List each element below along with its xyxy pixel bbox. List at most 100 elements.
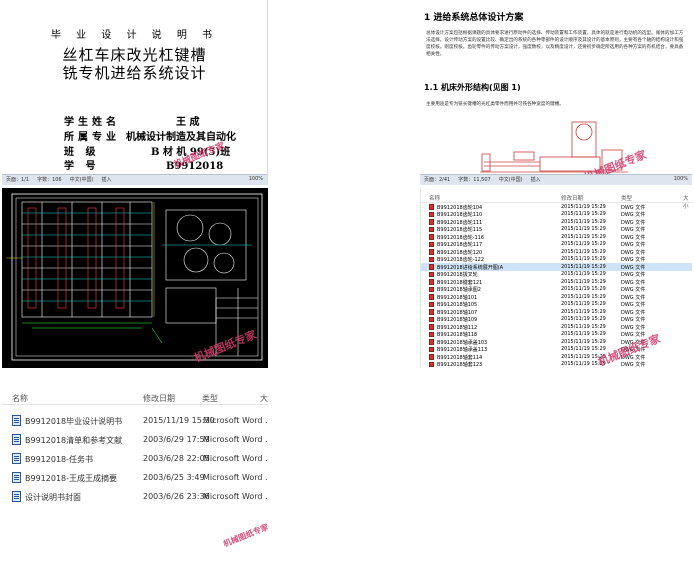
file-date: 2015/11/19 15:29 [561, 331, 606, 337]
dwg-file-icon [429, 279, 434, 285]
file-name: B9912018齿轮110 [437, 212, 483, 218]
file-type: DWG 文件 [621, 227, 646, 233]
file-row[interactable]: B9912018键套121 2015/11/19 15:29 DWG 文件 [421, 278, 692, 286]
file-row[interactable]: B9912018齿轮115 2015/11/19 15:29 DWG 文件 [421, 226, 692, 233]
dwg-file-icon [429, 354, 434, 360]
dwg-file-icon [429, 301, 434, 307]
file-row[interactable]: B9912018轴套123 2015/11/19 15:29 DWG 文件 [421, 361, 692, 368]
file-row[interactable]: B9912018齿轮-116 2015/11/19 15:29 DWG 文件 [421, 233, 692, 241]
file-name: B9912018轴112 [437, 324, 478, 331]
file-type: DWG 文件 [621, 362, 646, 368]
cad-drawing-window: 机械图纸专家 [2, 188, 268, 368]
watermark: 机械图纸专家 [222, 522, 268, 549]
dwg-file-icon [429, 234, 434, 240]
thesis-cover-window: 毕 业 设 计 说 明 书 丝杠车床改光杠键槽 铣专机进给系统设计 学生姓名王 … [2, 0, 268, 185]
file-row[interactable]: B9912018轴套114 2015/11/19 15:29 DWG 文件 [421, 353, 692, 361]
file-date: 2003/6/29 17:59 [143, 435, 210, 444]
file-name: B9912018齿轮117 [437, 242, 483, 248]
file-row[interactable]: B9912018轴105 2015/11/19 15:29 DWG 文件 [421, 301, 692, 308]
file-name: B9912018齿轮120 [437, 249, 483, 256]
file-type: DWG 文件 [621, 279, 646, 286]
file-list-header: 名称 修改日期 类型 大 [2, 390, 268, 405]
file-type: Microsoft Word ... [203, 454, 268, 463]
column-name[interactable]: 名称 [429, 194, 440, 202]
word-file-icon [12, 491, 21, 502]
file-date: 2015/11/19 15:29 [561, 256, 606, 262]
file-name: B9912018轴承盖103 [437, 339, 488, 346]
file-name: B9912018齿轮-122 [437, 257, 485, 263]
doc-heading: 1 进给系统总体设计方案 [424, 13, 524, 23]
file-date: 2015/11/19 15:29 [561, 218, 606, 225]
file-row[interactable]: B9912018轴107 2015/11/19 15:29 DWG 文件 [421, 308, 692, 316]
file-name: B9912018齿轮111 [437, 219, 483, 226]
file-row[interactable]: B9912018轴109 2015/11/19 15:29 DWG 文件 [421, 316, 692, 323]
file-name: B9912018轴承图2 [437, 287, 481, 293]
file-row[interactable]: B9912018拔叉轮 2015/11/19 15:29 DWG 文件 [421, 271, 692, 278]
column-name[interactable]: 名称 [12, 393, 28, 404]
doc-subheading: 1.1 机床外形结构(见图 1) [424, 83, 521, 92]
file-date: 2015/11/19 15:29 [561, 301, 606, 307]
file-name: B9912018齿轮115 [437, 227, 483, 233]
file-date: 2003/6/26 23:36 [143, 492, 210, 501]
file-row[interactable]: B9912018轴112 2015/11/19 15:29 DWG 文件 [421, 323, 692, 331]
file-row[interactable]: B9912018齿轮110 2015/11/19 15:29 DWG 文件 [421, 211, 692, 218]
file-row[interactable]: B9912018轴承图2 2015/11/19 15:29 DWG 文件 [421, 286, 692, 293]
file-type: DWG 文件 [621, 249, 646, 256]
file-row[interactable]: B9912018齿轮111 2015/11/19 15:29 DWG 文件 [421, 218, 692, 226]
file-row[interactable]: B9912018-王成王成摘要 2003/6/25 3:49 Microsoft W… [2, 469, 268, 487]
column-type[interactable]: 类型 [202, 393, 218, 404]
dwg-file-icon [429, 271, 434, 277]
file-name: B9912018-王成王成摘要 [25, 474, 118, 483]
design-doc-window: 1 进给系统总体设计方案 总体设计方案包括根据课题的具体要求进行原动件的选择、传… [420, 0, 692, 185]
file-row[interactable]: B9912018清单和参考文献 2003/6/29 17:59 Microsoft … [2, 431, 268, 449]
dwg-file-icon [429, 211, 434, 217]
file-type: DWG 文件 [621, 287, 646, 293]
dwg-file-icon [429, 309, 434, 315]
doc-paragraph: 总体设计方案包括根据课题的具体要求进行原动件的选择、传动装置和工作装置，具体的就… [426, 31, 684, 57]
file-date: 2015/11/19 15:29 [561, 338, 606, 345]
file-row[interactable]: B9912018-任务书 2003/6/28 22:05 Microsoft Wor… [2, 450, 268, 468]
file-date: 2015/11/19 15:29 [561, 211, 606, 217]
dwg-file-icon [429, 264, 434, 270]
file-row[interactable]: B9912018毕业设计说明书 2015/11/19 15:30 Microsoft… [2, 412, 268, 430]
file-type: DWG 文件 [621, 324, 646, 331]
file-name: B9912018轴101 [437, 294, 478, 301]
file-row[interactable]: B9912018轴101 2015/11/19 15:29 DWG 文件 [421, 293, 692, 301]
file-row[interactable]: B9912018齿轮104 2015/11/19 15:29 DWG 文件 [421, 203, 692, 211]
file-date: 2015/11/19 15:29 [561, 323, 606, 330]
file-name: B9912018轴109 [437, 317, 478, 323]
column-size[interactable]: 大 [260, 393, 268, 404]
file-date: 2015/11/19 15:29 [561, 241, 606, 247]
word-file-icon [12, 415, 21, 426]
dwg-file-explorer: 名称 修改日期 类型 大小 B9912018齿轮104 2015/11/19 15… [420, 188, 692, 368]
file-row[interactable]: B9912018齿轮117 2015/11/19 15:29 DWG 文件 [421, 241, 692, 248]
file-row[interactable]: 设计说明书封面 2003/6/26 23:36 Microsoft Word ... [2, 488, 268, 506]
file-row[interactable]: B9912018进给系统展开图(A 2015/11/19 15:29 DWG 文件 [421, 263, 692, 271]
cover-heading: 毕 业 设 计 说 明 书 [50, 30, 219, 41]
dwg-file-icon [429, 241, 434, 247]
column-date[interactable]: 修改日期 [143, 393, 175, 404]
file-type: DWG 文件 [621, 212, 646, 218]
file-name: B9912018齿轮104 [437, 204, 483, 211]
file-name: B9912018键套121 [437, 279, 483, 286]
file-type: Microsoft Word ... [203, 492, 268, 501]
word-status-bar: 页面：2/41 字数：11,507 中文(中国) 插入 100% [420, 174, 692, 185]
file-row[interactable]: B9912018齿轮120 2015/11/19 15:29 DWG 文件 [421, 248, 692, 256]
file-type: DWG 文件 [621, 294, 646, 301]
file-name: B9912018轴承盖113 [437, 347, 488, 353]
dwg-file-icon [429, 226, 434, 232]
file-type: DWG 文件 [621, 204, 646, 211]
file-type: DWG 文件 [621, 242, 646, 248]
file-row[interactable]: B9912018齿轮-122 2015/11/19 15:29 DWG 文件 [421, 256, 692, 263]
word-file-icon [12, 434, 21, 445]
column-date[interactable]: 修改日期 [561, 194, 583, 202]
column-type[interactable]: 类型 [621, 194, 632, 202]
word-file-icon [12, 453, 21, 464]
file-name: B9912018清单和参考文献 [25, 436, 123, 445]
cover-field-name: 学生姓名王 成 [64, 117, 200, 128]
file-name: B9912018轴118 [437, 332, 478, 338]
file-date: 2015/11/19 15:29 [561, 286, 606, 292]
dwg-file-icon [429, 339, 434, 345]
file-date: 2015/11/19 15:29 [561, 203, 606, 210]
file-type: Microsoft Word ... [203, 416, 268, 425]
